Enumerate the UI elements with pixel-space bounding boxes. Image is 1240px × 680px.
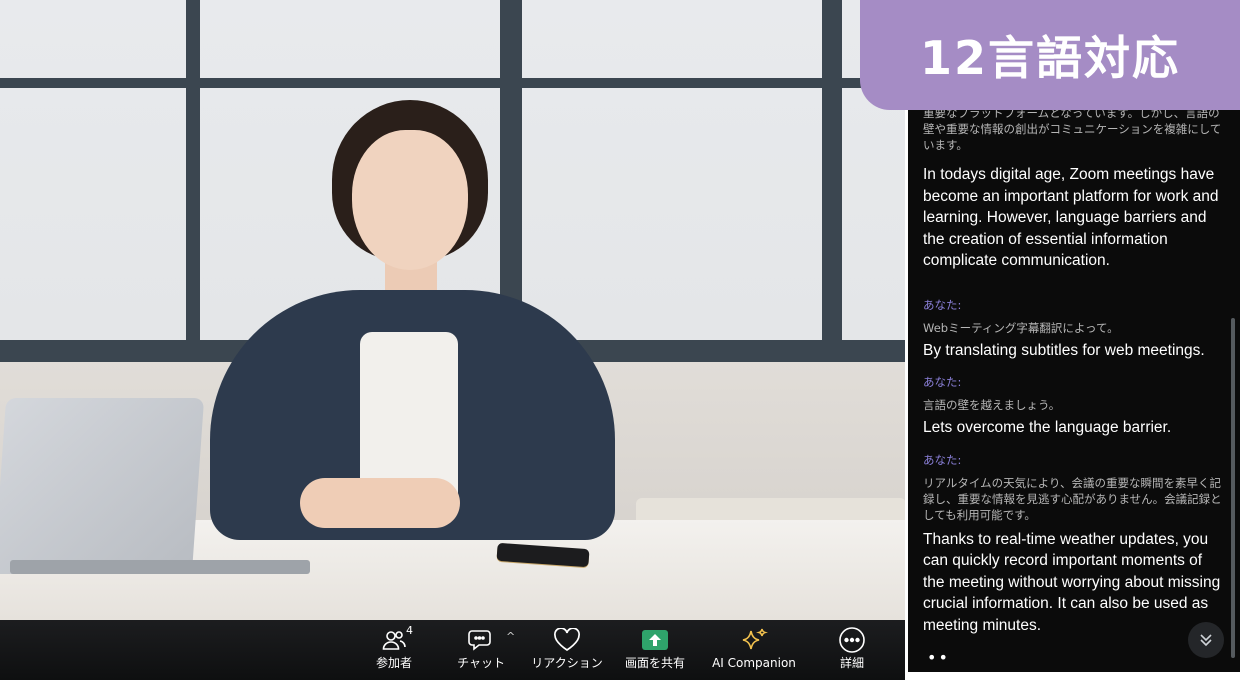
- caption-entry: あなた: 言語の壁を越えましょう。 Lets overcome the lang…: [923, 375, 1223, 439]
- ai-companion-label: AI Companion: [712, 656, 796, 670]
- caption-original-text: 重要なプラットフォームとなっています。しかし、言語の壁や重要な情報の創出がコミュ…: [923, 106, 1222, 152]
- participants-label: 参加者: [375, 656, 412, 670]
- chat-button[interactable]: チャット: [457, 620, 505, 678]
- face: [352, 130, 468, 270]
- caption-entry: あなた: リアルタイムの天気により、会議の重要な瞬間を素早く記録し、重要な情報を…: [923, 453, 1223, 637]
- banner-text: 12言語対応: [919, 31, 1180, 85]
- typing-indicator: ••: [927, 648, 950, 667]
- share-screen-label: 画面を共有: [624, 656, 685, 670]
- laptop-base: [10, 560, 310, 574]
- scrollbar[interactable]: [1231, 318, 1235, 658]
- caption-speaker: あなた:: [923, 297, 962, 312]
- chat-icon: [468, 630, 491, 651]
- language-support-banner: 12言語対応: [860, 0, 1240, 110]
- caption-original-text: Webミーティング字幕翻訳によって。: [923, 320, 1119, 335]
- heart-icon: [554, 628, 580, 652]
- window-frame: [0, 78, 905, 88]
- share-screen-button[interactable]: 画面を共有: [622, 620, 688, 678]
- reactions-button[interactable]: リアクション: [531, 620, 603, 678]
- caption-entry: あなた: Webミーティング字幕翻訳によって。 By translating s…: [923, 298, 1223, 362]
- scroll-to-bottom-button[interactable]: [1188, 622, 1224, 658]
- ai-companion-button[interactable]: AI Companion: [708, 620, 800, 678]
- caption-translation-text: In todays digital age, Zoom meetings hav…: [923, 166, 1219, 269]
- caption-speaker: あなた:: [923, 375, 962, 389]
- caption-speaker: あなた:: [923, 452, 962, 467]
- reactions-label: リアクション: [531, 656, 603, 670]
- participant-count: 4: [406, 624, 413, 637]
- chat-options-chevron-icon[interactable]: ^: [506, 630, 515, 643]
- more-label: 詳細: [839, 656, 864, 670]
- participants-icon: [382, 631, 406, 650]
- window-frame: [822, 0, 842, 362]
- caption-original-text: 言語の壁を越えましょう。: [923, 398, 1061, 412]
- caption-original-text: リアルタイムの天気により、会議の重要な瞬間を素早く記録し、重要な情報を見逃す心配…: [923, 475, 1222, 522]
- more-icon: [839, 627, 865, 653]
- blouse: [360, 332, 458, 502]
- caption-translation-text: Thanks to real-time weather updates, you…: [923, 530, 1221, 634]
- participants-button[interactable]: 4 参加者: [372, 620, 416, 678]
- hands: [300, 478, 460, 528]
- chat-label: チャット: [457, 656, 505, 670]
- caption-translation-text: By translating subtitles for web meeting…: [923, 341, 1205, 359]
- caption-list: 重要なプラットフォームとなっています。しかし、言語の壁や重要な情報の創出がコミュ…: [923, 105, 1223, 636]
- participant-woman: [180, 100, 640, 540]
- more-button[interactable]: 詳細: [832, 620, 872, 678]
- laptop: [0, 398, 205, 574]
- meeting-toolbar: 4 参加者 チャット リアクション 画面を共有 AI Companion 詳細: [0, 620, 905, 680]
- caption-translation-text: Lets overcome the language barrier.: [923, 419, 1172, 436]
- share-screen-icon: [642, 630, 668, 650]
- chevron-down-double-icon: [1200, 634, 1212, 647]
- video-feed: [0, 0, 905, 620]
- sparkle-icon: [742, 628, 768, 650]
